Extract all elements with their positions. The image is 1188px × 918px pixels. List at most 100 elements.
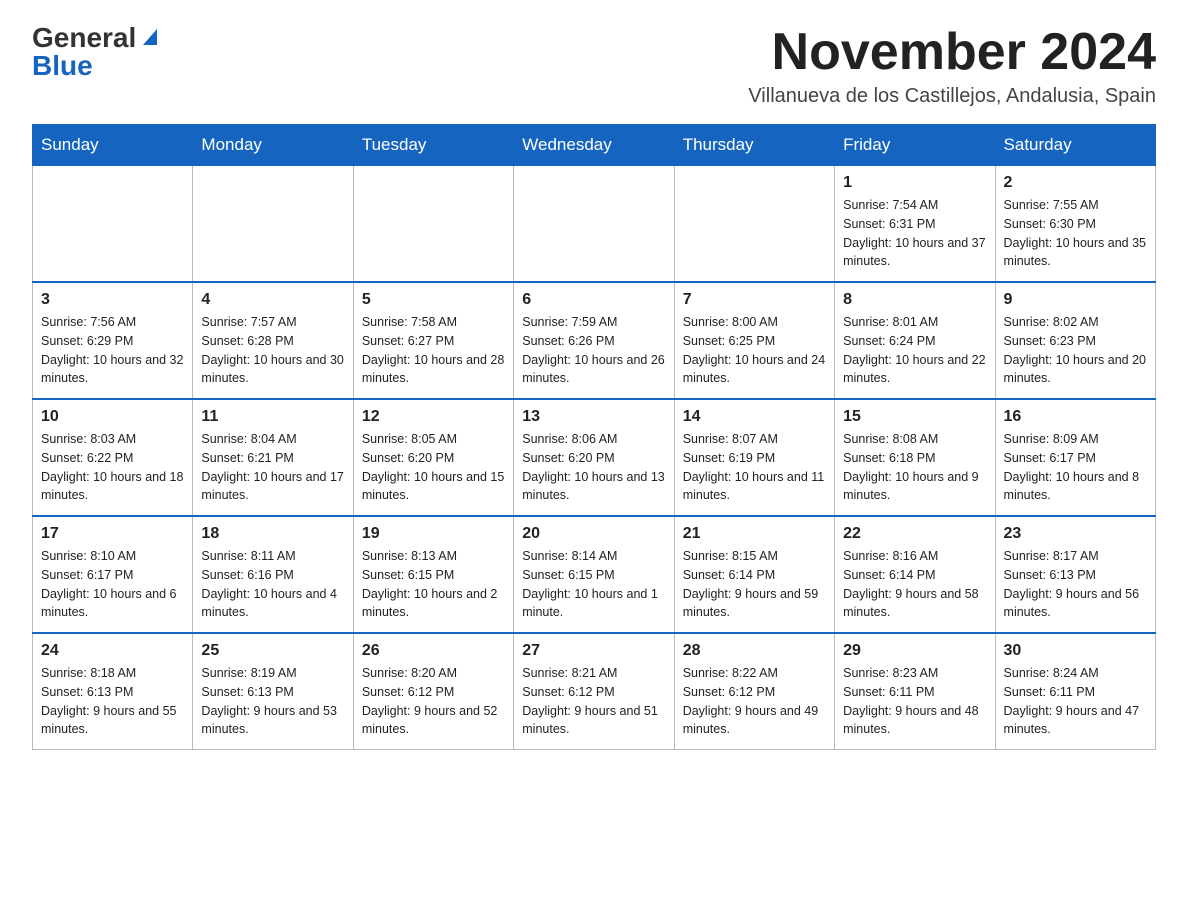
day-info: Sunrise: 8:21 AM Sunset: 6:12 PM Dayligh…	[522, 664, 665, 739]
day-info: Sunrise: 8:07 AM Sunset: 6:19 PM Dayligh…	[683, 430, 826, 505]
day-number: 5	[362, 291, 505, 309]
day-number: 26	[362, 642, 505, 660]
calendar-day-cell	[353, 166, 513, 283]
day-number: 7	[683, 291, 826, 309]
calendar-week-row: 3 Sunrise: 7:56 AM Sunset: 6:29 PM Daylig…	[33, 282, 1156, 399]
day-info: Sunrise: 8:14 AM Sunset: 6:15 PM Dayligh…	[522, 547, 665, 622]
calendar-day-cell	[674, 166, 834, 283]
day-number: 25	[201, 642, 344, 660]
day-number: 16	[1004, 408, 1147, 426]
day-number: 18	[201, 525, 344, 543]
calendar-day-cell: 3 Sunrise: 7:56 AM Sunset: 6:29 PM Daylig…	[33, 282, 193, 399]
day-number: 21	[683, 525, 826, 543]
day-info: Sunrise: 8:02 AM Sunset: 6:23 PM Dayligh…	[1004, 313, 1147, 388]
calendar-day-cell: 11 Sunrise: 8:04 AM Sunset: 6:21 PM Dayli…	[193, 399, 353, 516]
day-number: 30	[1004, 642, 1147, 660]
day-number: 10	[41, 408, 184, 426]
calendar-day-cell: 10 Sunrise: 8:03 AM Sunset: 6:22 PM Dayli…	[33, 399, 193, 516]
day-number: 22	[843, 525, 986, 543]
day-number: 20	[522, 525, 665, 543]
day-number: 24	[41, 642, 184, 660]
day-info: Sunrise: 8:23 AM Sunset: 6:11 PM Dayligh…	[843, 664, 986, 739]
calendar-day-cell	[33, 166, 193, 283]
day-info: Sunrise: 8:13 AM Sunset: 6:15 PM Dayligh…	[362, 547, 505, 622]
calendar-day-cell: 6 Sunrise: 7:59 AM Sunset: 6:26 PM Daylig…	[514, 282, 674, 399]
day-number: 1	[843, 174, 986, 192]
calendar-day-cell: 12Sunrise: 8:05 AM Sunset: 6:20 PM Dayli…	[353, 399, 513, 516]
day-info: Sunrise: 7:59 AM Sunset: 6:26 PM Dayligh…	[522, 313, 665, 388]
logo-general: General	[32, 24, 136, 52]
day-info: Sunrise: 7:54 AM Sunset: 6:31 PM Dayligh…	[843, 196, 986, 271]
day-number: 28	[683, 642, 826, 660]
calendar-week-row: 17 Sunrise: 8:10 AM Sunset: 6:17 PM Dayli…	[33, 516, 1156, 633]
calendar-day-cell: 17 Sunrise: 8:10 AM Sunset: 6:17 PM Dayli…	[33, 516, 193, 633]
day-info: Sunrise: 8:20 AM Sunset: 6:12 PM Dayligh…	[362, 664, 505, 739]
calendar-day-cell: 26 Sunrise: 8:20 AM Sunset: 6:12 PM Dayli…	[353, 633, 513, 750]
page-header: General Blue November 2024 Villanueva de…	[32, 24, 1156, 108]
day-info: Sunrise: 8:05 AM Sunset: 6:20 PM Dayligh…	[362, 430, 505, 505]
day-info: Sunrise: 8:18 AM Sunset: 6:13 PM Dayligh…	[41, 664, 184, 739]
calendar-day-cell: 4 Sunrise: 7:57 AM Sunset: 6:28 PM Daylig…	[193, 282, 353, 399]
calendar-day-cell: 2Sunrise: 7:55 AM Sunset: 6:30 PM Daylig…	[995, 166, 1155, 283]
day-number: 29	[843, 642, 986, 660]
weekday-header-wednesday: Wednesday	[514, 125, 674, 166]
day-info: Sunrise: 8:16 AM Sunset: 6:14 PM Dayligh…	[843, 547, 986, 622]
calendar-day-cell: 30 Sunrise: 8:24 AM Sunset: 6:11 PM Dayli…	[995, 633, 1155, 750]
calendar-day-cell: 18 Sunrise: 8:11 AM Sunset: 6:16 PM Dayli…	[193, 516, 353, 633]
day-number: 6	[522, 291, 665, 309]
title-block: November 2024 Villanueva de los Castille…	[748, 24, 1156, 108]
calendar-day-cell: 19 Sunrise: 8:13 AM Sunset: 6:15 PM Dayli…	[353, 516, 513, 633]
weekday-header-tuesday: Tuesday	[353, 125, 513, 166]
calendar-day-cell	[514, 166, 674, 283]
day-info: Sunrise: 8:10 AM Sunset: 6:17 PM Dayligh…	[41, 547, 184, 622]
calendar-day-cell: 23 Sunrise: 8:17 AM Sunset: 6:13 PM Dayli…	[995, 516, 1155, 633]
day-number: 13	[522, 408, 665, 426]
weekday-header-monday: Monday	[193, 125, 353, 166]
calendar-subtitle: Villanueva de los Castillejos, Andalusia…	[748, 85, 1156, 108]
day-number: 3	[41, 291, 184, 309]
logo-triangle-icon	[139, 25, 161, 47]
calendar-day-cell: 7 Sunrise: 8:00 AM Sunset: 6:25 PM Daylig…	[674, 282, 834, 399]
calendar-day-cell: 5Sunrise: 7:58 AM Sunset: 6:27 PM Daylig…	[353, 282, 513, 399]
calendar-day-cell: 20 Sunrise: 8:14 AM Sunset: 6:15 PM Dayli…	[514, 516, 674, 633]
day-info: Sunrise: 7:56 AM Sunset: 6:29 PM Dayligh…	[41, 313, 184, 388]
day-number: 17	[41, 525, 184, 543]
day-info: Sunrise: 8:17 AM Sunset: 6:13 PM Dayligh…	[1004, 547, 1147, 622]
day-number: 23	[1004, 525, 1147, 543]
day-info: Sunrise: 8:00 AM Sunset: 6:25 PM Dayligh…	[683, 313, 826, 388]
calendar-week-row: 1 Sunrise: 7:54 AM Sunset: 6:31 PM Daylig…	[33, 166, 1156, 283]
day-info: Sunrise: 8:24 AM Sunset: 6:11 PM Dayligh…	[1004, 664, 1147, 739]
day-info: Sunrise: 8:15 AM Sunset: 6:14 PM Dayligh…	[683, 547, 826, 622]
day-number: 14	[683, 408, 826, 426]
day-number: 15	[843, 408, 986, 426]
calendar-day-cell: 9Sunrise: 8:02 AM Sunset: 6:23 PM Daylig…	[995, 282, 1155, 399]
day-number: 19	[362, 525, 505, 543]
calendar-day-cell: 22 Sunrise: 8:16 AM Sunset: 6:14 PM Dayli…	[835, 516, 995, 633]
weekday-header-saturday: Saturday	[995, 125, 1155, 166]
calendar-day-cell: 21 Sunrise: 8:15 AM Sunset: 6:14 PM Dayli…	[674, 516, 834, 633]
calendar-day-cell: 28Sunrise: 8:22 AM Sunset: 6:12 PM Dayli…	[674, 633, 834, 750]
day-number: 11	[201, 408, 344, 426]
calendar-day-cell: 29 Sunrise: 8:23 AM Sunset: 6:11 PM Dayli…	[835, 633, 995, 750]
weekday-header-thursday: Thursday	[674, 125, 834, 166]
calendar-day-cell: 8Sunrise: 8:01 AM Sunset: 6:24 PM Daylig…	[835, 282, 995, 399]
calendar-day-cell	[193, 166, 353, 283]
logo-blue: Blue	[32, 52, 93, 80]
calendar-week-row: 10 Sunrise: 8:03 AM Sunset: 6:22 PM Dayli…	[33, 399, 1156, 516]
day-info: Sunrise: 8:04 AM Sunset: 6:21 PM Dayligh…	[201, 430, 344, 505]
day-info: Sunrise: 7:57 AM Sunset: 6:28 PM Dayligh…	[201, 313, 344, 388]
day-info: Sunrise: 8:03 AM Sunset: 6:22 PM Dayligh…	[41, 430, 184, 505]
day-number: 4	[201, 291, 344, 309]
day-info: Sunrise: 8:11 AM Sunset: 6:16 PM Dayligh…	[201, 547, 344, 622]
calendar-day-cell: 27Sunrise: 8:21 AM Sunset: 6:12 PM Dayli…	[514, 633, 674, 750]
day-number: 2	[1004, 174, 1147, 192]
calendar-day-cell: 13 Sunrise: 8:06 AM Sunset: 6:20 PM Dayli…	[514, 399, 674, 516]
day-info: Sunrise: 8:19 AM Sunset: 6:13 PM Dayligh…	[201, 664, 344, 739]
day-info: Sunrise: 8:06 AM Sunset: 6:20 PM Dayligh…	[522, 430, 665, 505]
weekday-header-friday: Friday	[835, 125, 995, 166]
calendar-day-cell: 15Sunrise: 8:08 AM Sunset: 6:18 PM Dayli…	[835, 399, 995, 516]
calendar-day-cell: 16Sunrise: 8:09 AM Sunset: 6:17 PM Dayli…	[995, 399, 1155, 516]
day-info: Sunrise: 8:01 AM Sunset: 6:24 PM Dayligh…	[843, 313, 986, 388]
weekday-header-row: SundayMondayTuesdayWednesdayThursdayFrid…	[33, 125, 1156, 166]
calendar-day-cell: 1 Sunrise: 7:54 AM Sunset: 6:31 PM Daylig…	[835, 166, 995, 283]
